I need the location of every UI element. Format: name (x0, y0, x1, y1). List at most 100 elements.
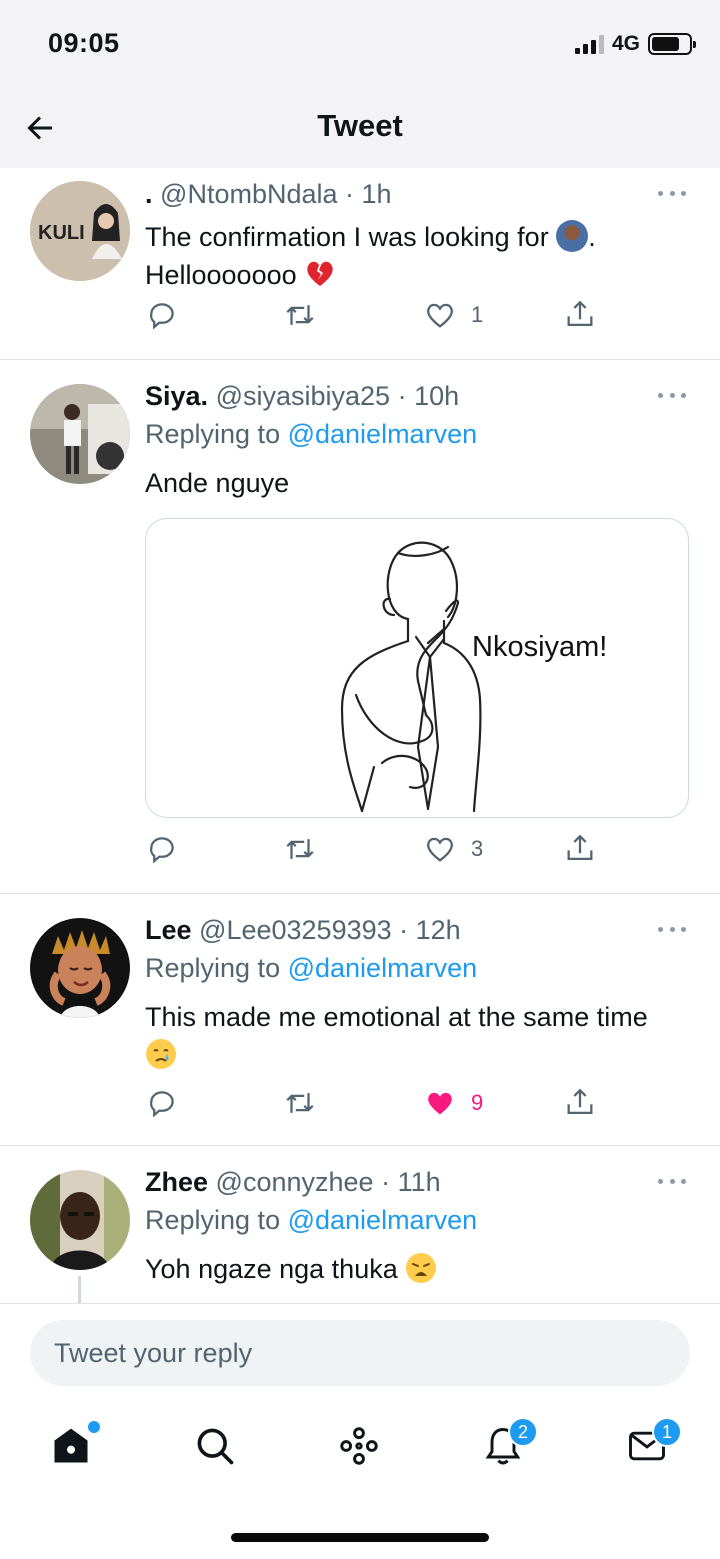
tweet-time: · 10h (397, 381, 460, 411)
top-nav: Tweet (0, 90, 720, 168)
reply-composer (0, 1303, 720, 1403)
messages-badge: 1 (652, 1417, 682, 1447)
avatar[interactable] (30, 384, 130, 484)
avatar[interactable]: KULI (30, 181, 130, 281)
author-handle[interactable]: @Lee03259393 (199, 915, 392, 945)
avatar[interactable] (30, 1170, 130, 1270)
reply-input[interactable] (30, 1320, 690, 1386)
more-options-button[interactable] (658, 390, 686, 400)
share-icon (567, 300, 593, 327)
retweet-icon (286, 839, 314, 859)
like-button[interactable]: 1 (423, 298, 483, 332)
tweet-text: The confirmation I was looking for . Hel… (145, 220, 596, 290)
retweet-icon (286, 1093, 314, 1113)
network-type: 4G (611, 32, 640, 55)
tab-messages[interactable]: 1 (622, 1417, 682, 1471)
like-count: 1 (471, 302, 484, 327)
reply-button[interactable] (145, 298, 179, 332)
notifications-badge: 2 (508, 1417, 538, 1447)
tweet[interactable]: Zhee @connyzhee · 11h Replying to @danie… (0, 1146, 720, 1303)
author-handle[interactable]: @connyzhee (216, 1167, 374, 1197)
tweet-header: Zhee @connyzhee · 11h (145, 1164, 696, 1200)
replying-to-handle[interactable]: @danielmarven (288, 953, 478, 983)
tweet-time: · 12h (399, 915, 461, 945)
spaces-icon (340, 1427, 378, 1465)
heart-icon (427, 837, 453, 862)
replying-to: Replying to @danielmarven (145, 419, 478, 449)
meme-illustration (340, 541, 482, 813)
share-button[interactable] (563, 298, 597, 332)
retweet-button[interactable] (283, 832, 317, 866)
author-handle[interactable]: @NtombNdala (160, 179, 337, 209)
heart-filled-icon (428, 1092, 452, 1115)
reply-button[interactable] (145, 832, 179, 866)
tweet-text: This made me emotional at the same time (145, 998, 696, 1074)
tweet-actions: 3 (145, 832, 696, 872)
tab-notifications[interactable]: 2 (478, 1417, 538, 1471)
crying-face-emoji (146, 1039, 176, 1069)
like-button[interactable]: 3 (423, 832, 483, 866)
replying-to: Replying to @danielmarven (145, 953, 478, 983)
status-bar: 09:05 4G (0, 0, 720, 90)
replying-to-handle[interactable]: @danielmarven (288, 419, 478, 449)
reply-icon (149, 1091, 174, 1118)
tweet-header: Lee @Lee03259393 · 12h (145, 912, 696, 948)
avatar-image (30, 1170, 130, 1270)
tweet-header: . @NtombNdala · 1h (145, 176, 696, 212)
tab-home[interactable] (46, 1421, 100, 1471)
replying-to: Replying to @danielmarven (145, 1205, 478, 1235)
home-icon (54, 1428, 88, 1463)
tab-search[interactable] (190, 1421, 240, 1471)
more-options-button[interactable] (658, 1176, 686, 1186)
avatar[interactable] (30, 918, 130, 1018)
tweet-time: · 1h (345, 179, 392, 209)
tab-spaces[interactable] (334, 1421, 384, 1471)
avatar-image (30, 918, 130, 1018)
bottom-tab-bar: 2 1 (0, 1403, 720, 1493)
woman-gesturing-no-emoji (556, 220, 589, 252)
author-handle[interactable]: @siyasibiya25 (216, 381, 391, 411)
home-indicator (231, 1533, 489, 1542)
tweet-media[interactable]: Nkosiyam! (145, 518, 689, 818)
more-options-button[interactable] (658, 188, 686, 198)
author-name[interactable]: Zhee (145, 1167, 208, 1197)
status-indicators: 4G (574, 32, 696, 56)
reply-feed[interactable]: KULI . @NtombNdala · 1h The confirmation… (0, 168, 720, 1303)
like-button[interactable]: 9 (423, 1086, 483, 1120)
tweet[interactable]: Siya. @siyasibiya25 · 10h Replying to @d… (0, 360, 720, 894)
like-count: 3 (471, 836, 484, 861)
battery-icon (648, 33, 696, 55)
author-name[interactable]: Lee (145, 915, 192, 945)
share-button[interactable] (563, 1086, 597, 1120)
tweet-actions: 1 (145, 298, 696, 338)
author-name[interactable]: Siya. (145, 381, 208, 411)
avatar-image: KULI (30, 181, 130, 281)
thread-line (78, 1276, 81, 1303)
replying-to-handle[interactable]: @danielmarven (288, 1205, 478, 1235)
retweet-button[interactable] (283, 298, 317, 332)
author-name[interactable]: . (145, 179, 153, 209)
tweet-text: Yoh ngaze nga thuka (145, 1250, 696, 1288)
tweet-header: Siya. @siyasibiya25 · 10h (145, 378, 696, 414)
share-button[interactable] (563, 832, 597, 866)
weary-face-emoji (406, 1253, 437, 1283)
tweet-time: · 11h (381, 1167, 441, 1197)
tweet[interactable]: KULI . @NtombNdala · 1h The confirmation… (0, 168, 720, 360)
like-count: 9 (471, 1090, 484, 1115)
reply-button[interactable] (145, 1086, 179, 1120)
page-title: Tweet (317, 108, 403, 143)
status-time: 09:05 (48, 28, 120, 58)
media-caption: Nkosiyam! (472, 631, 608, 663)
share-icon (567, 834, 593, 861)
avatar-logo-text: KULI (38, 222, 85, 244)
tweet-text: Ande nguye (145, 468, 290, 498)
reply-icon (149, 303, 174, 330)
retweet-button[interactable] (283, 1086, 317, 1120)
home-unread-dot (88, 1421, 100, 1433)
search-icon (197, 1428, 234, 1465)
share-icon (567, 1088, 593, 1115)
tweet-actions: 9 (145, 1086, 696, 1126)
more-options-button[interactable] (658, 924, 686, 934)
tweet[interactable]: Lee @Lee03259393 · 12h Replying to @dani… (0, 894, 720, 1146)
heart-icon (427, 303, 453, 328)
